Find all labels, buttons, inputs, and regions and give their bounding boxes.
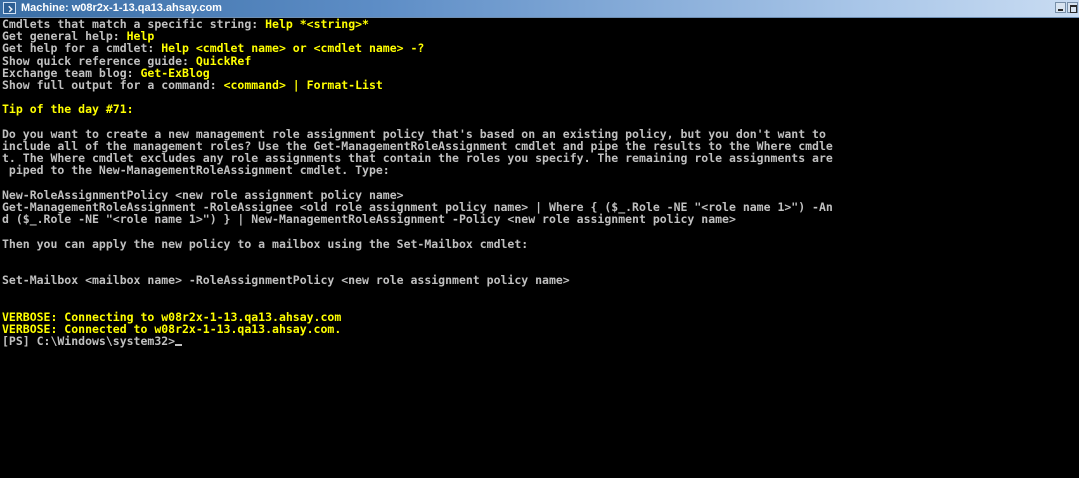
set-mailbox-line: Set-Mailbox <mailbox name> -RoleAssignme…: [2, 273, 570, 288]
console-output[interactable]: Cmdlets that match a specific string: He…: [0, 18, 1079, 478]
tip-heading: Tip of the day #71:: [2, 102, 134, 117]
powershell-console-icon[interactable]: [3, 2, 16, 14]
example-line: d ($_.Role -NE "<role name 1>") } | New-…: [2, 212, 736, 227]
help-command: <command> | Format-List: [223, 78, 383, 92]
prompt-line[interactable]: [PS] C:\Windows\system32>: [2, 334, 183, 349]
then-line: Then you can apply the new policy to a m…: [2, 236, 529, 251]
window-title: Machine: w08r2x-1-13.qa13.ahsay.com: [21, 2, 222, 14]
text-cursor: [175, 344, 183, 347]
prompt-text: [PS] C:\Windows\system32>: [2, 334, 176, 349]
help-text: Show full output for a command:: [2, 78, 224, 92]
help-command: Help *<string>*: [265, 18, 369, 31]
title-bar[interactable]: Machine: w08r2x-1-13.qa13.ahsay.com: [0, 0, 1079, 18]
powershell-window: Machine: w08r2x-1-13.qa13.ahsay.com Cmdl…: [0, 0, 1079, 478]
tip-body-line: piped to the New-ManagementRoleAssignmen…: [2, 163, 390, 178]
minimize-button[interactable]: [1055, 2, 1066, 13]
help-line: Show full output for a command: <command…: [2, 79, 383, 92]
maximize-button[interactable]: [1067, 2, 1078, 13]
